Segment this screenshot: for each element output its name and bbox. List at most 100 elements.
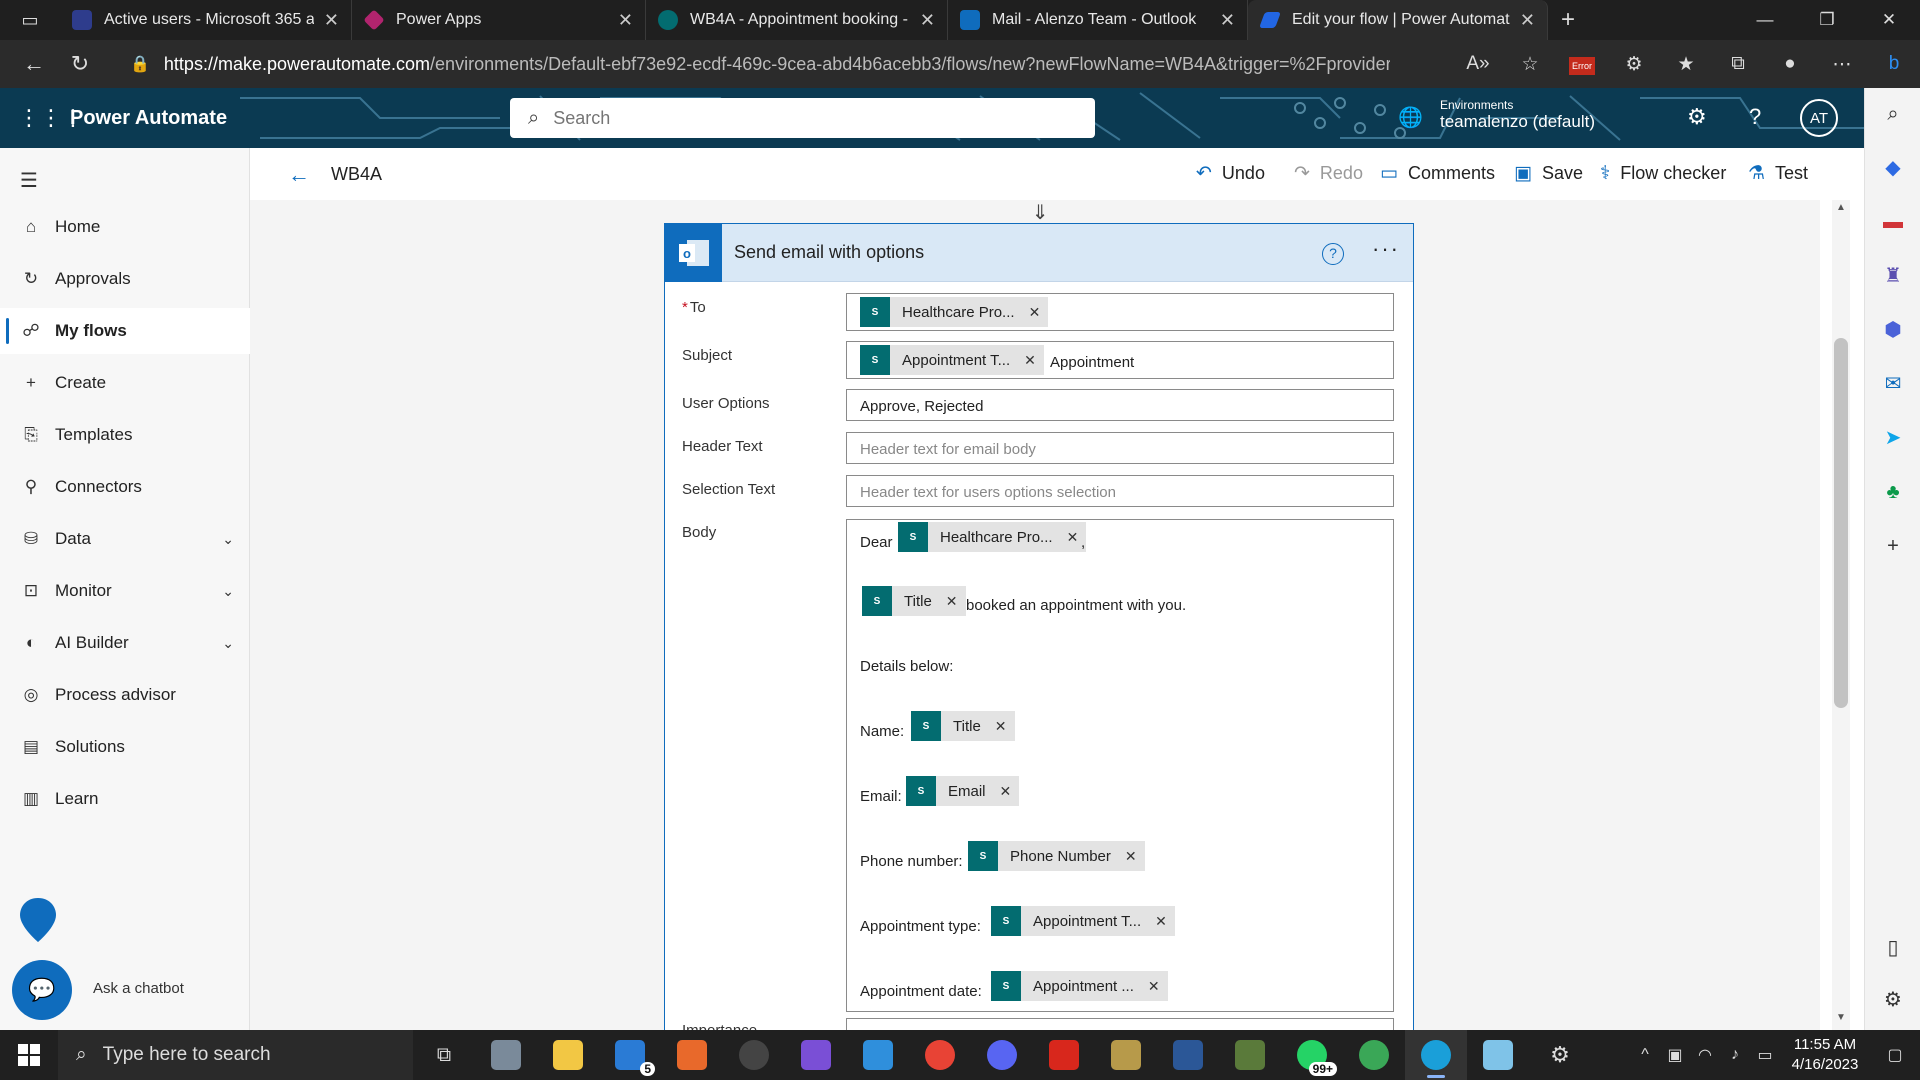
games-icon[interactable]: ♜ [1881, 264, 1905, 288]
chatbot-label[interactable]: Ask a chatbot [93, 980, 184, 997]
dynamic-token-name[interactable]: S Title ✕ [911, 711, 1015, 741]
brand-title[interactable]: Power Automate [70, 88, 227, 148]
header-text-field[interactable]: Header text for email body [846, 432, 1394, 464]
action-title[interactable]: Send email with options [734, 242, 924, 263]
read-aloud-icon[interactable]: A» [1452, 53, 1504, 75]
favorite-add-icon[interactable]: ☆ [1504, 53, 1556, 76]
extensions-icon[interactable]: ⚙ [1608, 53, 1660, 76]
file-explorer-app-icon[interactable] [475, 1030, 537, 1080]
user-avatar[interactable]: AT [1800, 99, 1838, 137]
url-field[interactable]: 🔒 https://make.powerautomate.com/environ… [130, 44, 1420, 84]
sidebar-toggle-icon[interactable]: ▯ [1881, 936, 1905, 960]
help-icon[interactable]: ? [1749, 104, 1761, 130]
dynamic-token-appointment-date[interactable]: S Appointment ... ✕ [991, 971, 1168, 1001]
word-app-icon[interactable] [1157, 1030, 1219, 1080]
search-box[interactable]: ⌕ [510, 98, 1095, 138]
app-icon[interactable] [1095, 1030, 1157, 1080]
chevron-down-icon[interactable]: ⌄ [222, 531, 234, 548]
user-options-field[interactable]: Approve, Rejected [846, 389, 1394, 421]
task-view-icon[interactable]: ⧉ [413, 1030, 475, 1080]
nav-ai-builder[interactable]: ◐ AI Builder ⌄ [0, 620, 250, 666]
environment-picker[interactable]: Environments teamalenzo (default) [1440, 98, 1595, 132]
tab-outlook-mail[interactable]: Mail - Alenzo Team - Outlook ✕ [948, 0, 1248, 40]
more-browser-icon[interactable]: ⋯ [1816, 53, 1868, 76]
windows-start-icon[interactable] [0, 1030, 58, 1080]
acrobat-app-icon[interactable] [1033, 1030, 1095, 1080]
folder-app-icon[interactable] [537, 1030, 599, 1080]
nav-monitor[interactable]: ⊡ Monitor ⌄ [0, 568, 250, 614]
nav-learn[interactable]: ▥ Learn [0, 776, 250, 822]
dynamic-token-title[interactable]: S Title ✕ [862, 586, 966, 616]
close-tab-icon[interactable]: ✕ [1220, 10, 1235, 31]
battery-icon[interactable]: ▭ [1750, 1045, 1780, 1065]
virtual-agent-pin-icon[interactable] [18, 896, 58, 944]
nav-process-advisor[interactable]: ◎ Process advisor [0, 672, 250, 718]
collections-icon[interactable]: ⧉ [1712, 53, 1764, 75]
remove-token-icon[interactable]: ✕ [1000, 783, 1012, 800]
nav-data[interactable]: ⛁ Data ⌄ [0, 516, 250, 562]
shopping-icon[interactable]: ◆ [1881, 156, 1905, 180]
app-launcher-icon[interactable]: ⋮⋮⋮ [18, 106, 84, 130]
remove-token-icon[interactable]: ✕ [1029, 304, 1041, 321]
close-window-icon[interactable]: ✕ [1858, 0, 1920, 40]
whatsapp-app-icon[interactable]: 99+ [1281, 1030, 1343, 1080]
nav-create[interactable]: + Create [0, 360, 250, 406]
profile-icon[interactable]: ● [1764, 53, 1816, 75]
chrome-profile-app-icon[interactable] [1343, 1030, 1405, 1080]
dynamic-token-appointment-type[interactable]: S Appointment T... ✕ [860, 345, 1044, 375]
nav-approvals[interactable]: ↻ Approvals [0, 256, 250, 302]
image-viewer-app-icon[interactable] [1219, 1030, 1281, 1080]
dynamic-token-healthcare-provider[interactable]: S Healthcare Pro... ✕ [860, 297, 1049, 327]
nav-home[interactable]: ⌂ Home [0, 204, 250, 250]
add-sidebar-icon[interactable]: + [1881, 534, 1905, 558]
tab-edit-flow[interactable]: Edit your flow | Power Automate ✕ [1248, 0, 1548, 40]
search-input[interactable] [553, 107, 1054, 129]
nav-connectors[interactable]: ⚲ Connectors [0, 464, 250, 510]
volume-icon[interactable]: ♪ [1720, 1046, 1750, 1064]
bing-icon[interactable]: b [1868, 53, 1920, 75]
new-tab-button[interactable]: + [1548, 0, 1588, 40]
chevron-down-icon[interactable]: ⌄ [222, 635, 234, 652]
clock[interactable]: 11:55 AM 4/16/2023 [1780, 1035, 1870, 1075]
close-tab-icon[interactable]: ✕ [618, 10, 633, 31]
edge-app-icon[interactable] [1405, 1030, 1467, 1080]
test-button[interactable]: ⚗ Test [1748, 162, 1808, 185]
refresh-icon[interactable]: ↻ [58, 42, 102, 86]
minimize-icon[interactable]: — [1734, 0, 1796, 40]
remove-token-icon[interactable]: ✕ [1125, 848, 1137, 865]
close-tab-icon[interactable]: ✕ [324, 10, 339, 31]
settings-app-icon[interactable]: ⚙ [1529, 1030, 1591, 1080]
office-icon[interactable]: ⬢ [1881, 318, 1905, 342]
extension-error-icon[interactable]: Error [1556, 53, 1608, 75]
matlab-app-icon[interactable] [661, 1030, 723, 1080]
restore-icon[interactable]: ❐ [1796, 0, 1858, 40]
undo-button[interactable]: ↶ Undo [1196, 162, 1265, 185]
chatbot-button[interactable]: 💬 [12, 960, 72, 1020]
tools-icon[interactable]: ▬ [1881, 210, 1905, 234]
remove-token-icon[interactable]: ✕ [946, 593, 958, 610]
scroll-up-icon[interactable]: ▲ [1836, 202, 1846, 213]
settings-icon[interactable]: ⚙ [1687, 104, 1707, 130]
help-circle-icon[interactable]: ? [1322, 243, 1344, 265]
remove-token-icon[interactable]: ✕ [1148, 978, 1160, 995]
more-options-icon[interactable]: ··· [1372, 236, 1400, 262]
tree-icon[interactable]: ♣ [1881, 480, 1905, 504]
close-tab-icon[interactable]: ✕ [1520, 10, 1535, 31]
tab-power-apps[interactable]: Power Apps ✕ [352, 0, 646, 40]
tray-app-icon[interactable]: ▣ [1660, 1045, 1690, 1065]
notepad-app-icon[interactable] [1467, 1030, 1529, 1080]
back-arrow-icon[interactable]: ← [288, 162, 310, 188]
search-sidebar-icon[interactable]: ⌕ [1881, 102, 1905, 126]
action-card-header[interactable]: o Send email with options ? ··· [665, 224, 1413, 282]
clipchamp-app-icon[interactable] [785, 1030, 847, 1080]
nav-templates[interactable]: ⎘ Templates [0, 412, 250, 458]
nav-solutions[interactable]: ▤ Solutions [0, 724, 250, 770]
menu-icon[interactable]: ☰ [20, 168, 38, 193]
sidebar-settings-icon[interactable]: ⚙ [1881, 988, 1905, 1012]
outlook-sidebar-icon[interactable]: ✉ [1881, 372, 1905, 396]
tab-sharepoint-list[interactable]: WB4A - Appointment booking - ✕ [646, 0, 948, 40]
vscode-app-icon[interactable] [847, 1030, 909, 1080]
comments-button[interactable]: ▭ Comments [1380, 162, 1495, 185]
wifi-icon[interactable]: ◠ [1690, 1045, 1720, 1065]
dynamic-token-email[interactable]: S Email ✕ [906, 776, 1020, 806]
